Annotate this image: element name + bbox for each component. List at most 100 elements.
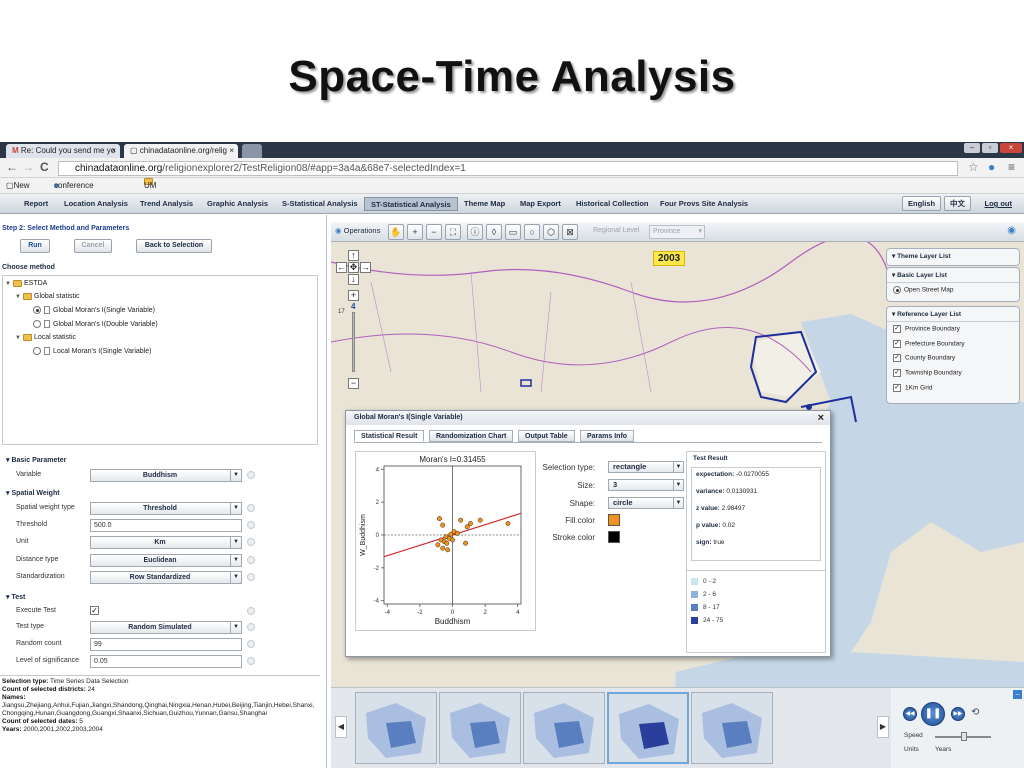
tab-chinadataonline[interactable]: ▢ chinadataonline.org/relig × xyxy=(124,144,238,158)
layer-county-boundary[interactable]: ✓ County Boundary xyxy=(887,351,1019,366)
pan-center-icon[interactable]: ✥ xyxy=(348,262,359,273)
zoom-plus-button[interactable]: + xyxy=(348,290,359,301)
circle-select-icon[interactable]: ○ xyxy=(524,224,540,240)
radio[interactable] xyxy=(33,320,41,329)
shape-select[interactable]: circle ▼ xyxy=(608,497,684,509)
minimize-icon[interactable]: – xyxy=(1013,690,1022,699)
zoom-minus-button[interactable]: − xyxy=(348,378,359,389)
timeline-next-arrow[interactable]: ▶ xyxy=(877,716,889,738)
execute-test-checkbox[interactable]: ✓ xyxy=(90,606,99,615)
zoom-in-icon[interactable]: + xyxy=(407,224,423,240)
radio-selected[interactable] xyxy=(893,286,901,294)
pan-left-icon[interactable]: ← xyxy=(336,262,347,273)
star-icon[interactable]: ☆ xyxy=(968,160,979,174)
close-icon[interactable]: × xyxy=(229,144,234,158)
logout-link[interactable]: Log out xyxy=(985,197,1013,211)
dialog-close-button[interactable]: × xyxy=(818,412,824,424)
tab-output-table[interactable]: Output Table xyxy=(518,430,575,442)
pause-icon[interactable]: ❚❚ xyxy=(921,702,945,726)
operations-menu[interactable]: ◉ Operations xyxy=(335,226,380,235)
url-field[interactable]: chinadataonline.org/religionexplorer2/Te… xyxy=(58,161,958,176)
timeline-frame[interactable] xyxy=(355,692,437,764)
menu-report[interactable]: Report xyxy=(18,197,54,211)
back-to-selection-button[interactable]: Back to Selection xyxy=(136,239,212,253)
layer-prefecture-boundary[interactable]: ✓ Prefecture Boundary xyxy=(887,337,1019,352)
tree-node-global-single[interactable]: Global Moran's I(Single Variable) xyxy=(33,306,155,316)
full-extent-icon[interactable]: ⛶ xyxy=(445,224,461,240)
theme-layer-heading[interactable]: ▾ Theme Layer List xyxy=(887,249,1019,263)
variable-select[interactable]: Buddhism ▼ xyxy=(90,469,242,482)
english-button[interactable]: English xyxy=(902,196,942,211)
threshold-input[interactable]: 500.0 xyxy=(90,519,242,532)
window-close-button[interactable]: × xyxy=(1000,143,1022,153)
menu-map-export[interactable]: Map Export xyxy=(514,197,567,211)
menu-trend-analysis[interactable]: Trend Analysis xyxy=(134,197,199,211)
layer-province-boundary[interactable]: ✓ Province Boundary xyxy=(887,322,1019,337)
bookmark-new-tab[interactable]: ▢ New Tab xyxy=(6,178,30,206)
pan-down-icon[interactable]: ↓ xyxy=(348,274,359,285)
checkbox-checked[interactable]: ✓ xyxy=(893,354,901,363)
test-heading[interactable]: ▾ Test xyxy=(6,593,25,601)
weight-type-select[interactable]: Threshold ▼ xyxy=(90,502,242,515)
radio[interactable] xyxy=(33,347,41,356)
layer-1km-grid[interactable]: ✓ 1Km Grid xyxy=(887,381,1019,396)
zoom-slider[interactable] xyxy=(352,312,355,372)
menu-graphic-analysis[interactable]: Graphic Analysis xyxy=(201,197,274,211)
forward-arrow-icon[interactable]: → xyxy=(22,160,34,174)
significance-input[interactable]: 0.05 xyxy=(90,655,242,668)
clear-selection-icon[interactable]: ⊠ xyxy=(562,224,578,240)
basic-layer-heading[interactable]: ▾ Basic Layer List xyxy=(887,268,1019,283)
pan-right-icon[interactable]: → xyxy=(360,262,371,273)
pan-icon[interactable]: ✋ xyxy=(388,224,404,240)
timeline-frame-selected[interactable] xyxy=(607,692,689,764)
timeline-prev-arrow[interactable]: ◀ xyxy=(335,716,347,738)
layer-open-street-map[interactable]: Open Street Map xyxy=(887,283,1019,298)
theme-layer-panel[interactable]: ▾ Theme Layer List xyxy=(886,248,1020,266)
unit-select[interactable]: Km ▼ xyxy=(90,536,242,549)
size-select[interactable]: 3 ▼ xyxy=(608,479,684,491)
fill-color-swatch[interactable] xyxy=(608,514,620,526)
radio-selected[interactable] xyxy=(33,306,41,315)
checkbox-checked[interactable]: ✓ xyxy=(893,369,901,378)
tree-node-local-single[interactable]: Local Moran's I(Single Variable) xyxy=(33,347,151,357)
tab-randomization-chart[interactable]: Randomization Chart xyxy=(429,430,514,442)
point-select-icon[interactable]: ◊ xyxy=(486,224,502,240)
menu-four-provs-site-analysis[interactable]: Four Provs Site Analysis xyxy=(654,197,754,211)
close-icon[interactable]: × xyxy=(111,144,116,158)
collapse-icon[interactable]: ◉ xyxy=(1007,225,1016,236)
spatial-weight-heading[interactable]: ▾ Spatial Weight xyxy=(6,489,60,497)
menu-historical-collection[interactable]: Historical Collection xyxy=(570,197,655,211)
tree-node-global[interactable]: ▼ Global statistic xyxy=(15,292,80,302)
checkbox-checked[interactable]: ✓ xyxy=(893,339,901,348)
province-select[interactable]: Province ▾ xyxy=(649,225,705,239)
rectangle-select-icon[interactable]: ▭ xyxy=(505,224,521,240)
layer-township-boundary[interactable]: ✓ Township Boundary xyxy=(887,366,1019,381)
skip-back-icon[interactable]: ◀◀ xyxy=(903,707,917,721)
timeline-frame[interactable] xyxy=(691,692,773,764)
new-tab-button[interactable] xyxy=(242,144,262,158)
pan-up-icon[interactable]: ↑ xyxy=(348,250,359,261)
loop-icon[interactable]: ⟲ xyxy=(971,707,979,718)
selection-type-select[interactable]: rectangle ▼ xyxy=(608,461,684,473)
cancel-button[interactable]: Cancel xyxy=(74,239,112,253)
reload-icon[interactable]: C xyxy=(40,160,49,174)
tab-params-info[interactable]: Params Info xyxy=(580,430,635,442)
extension-icon[interactable]: ● xyxy=(988,160,995,174)
info-icon[interactable]: ⓘ xyxy=(467,224,483,240)
checkbox-checked[interactable]: ✓ xyxy=(893,325,901,333)
chinese-button[interactable]: 中文 xyxy=(944,196,971,211)
tree-node-global-double[interactable]: Global Moran's I(Double Variable) xyxy=(33,320,158,330)
tab-statistical-result[interactable]: Statistical Result xyxy=(354,430,425,442)
timeline-frame[interactable] xyxy=(523,692,605,764)
menu-location-analysis[interactable]: Location Analysis xyxy=(58,197,134,211)
standardization-select[interactable]: Row Standardized ▼ xyxy=(90,571,242,584)
speed-slider-handle[interactable] xyxy=(961,732,967,741)
menu-s-statistical-analysis[interactable]: S-Statistical Analysis xyxy=(276,197,364,211)
reference-layer-heading[interactable]: ▾ Reference Layer List xyxy=(887,307,1019,322)
random-count-input[interactable]: 99 xyxy=(90,638,242,651)
menu-icon[interactable]: ≡ xyxy=(1008,160,1015,174)
minimize-button[interactable]: – xyxy=(964,143,980,153)
menu-st-statistical-analysis[interactable]: ST-Statistical Analysis xyxy=(364,197,458,211)
skip-forward-icon[interactable]: ▶▶ xyxy=(951,707,965,721)
tree-node-estda[interactable]: ▼ ESTDA xyxy=(5,279,47,289)
